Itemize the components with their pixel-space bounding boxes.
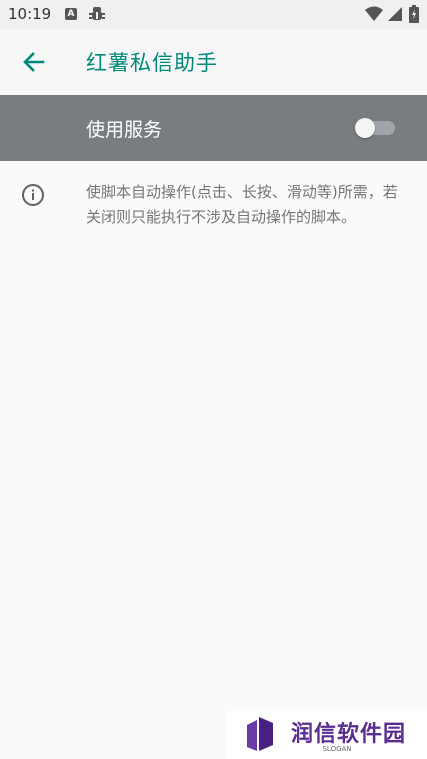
watermark: 润信软件园 SLOGAN <box>227 711 427 759</box>
watermark-slogan: SLOGAN <box>322 745 352 753</box>
bug-icon <box>89 7 105 20</box>
a-box-icon: A <box>65 8 77 20</box>
info-icon <box>22 184 44 206</box>
service-toggle-thumb[interactable] <box>355 118 375 138</box>
back-arrow-icon[interactable] <box>20 48 48 76</box>
service-description: 使脚本自动操作(点击、长按、滑动等)所需，若关闭则只能执行不涉及自动操作的脚本。 <box>86 183 398 226</box>
battery-icon <box>409 5 419 23</box>
app-bar: 红薯私信助手 <box>0 29 427 95</box>
wifi-icon <box>365 6 383 21</box>
page-title: 红薯私信助手 <box>86 51 218 75</box>
watermark-title: 润信软件园 <box>291 722 407 747</box>
status-bar: 10:19 A <box>0 0 427 29</box>
status-time: 10:19 <box>8 5 52 23</box>
use-service-toggle-row[interactable]: 使用服务 <box>0 95 427 161</box>
signal-icon <box>388 7 402 21</box>
use-service-label: 使用服务 <box>86 119 163 141</box>
